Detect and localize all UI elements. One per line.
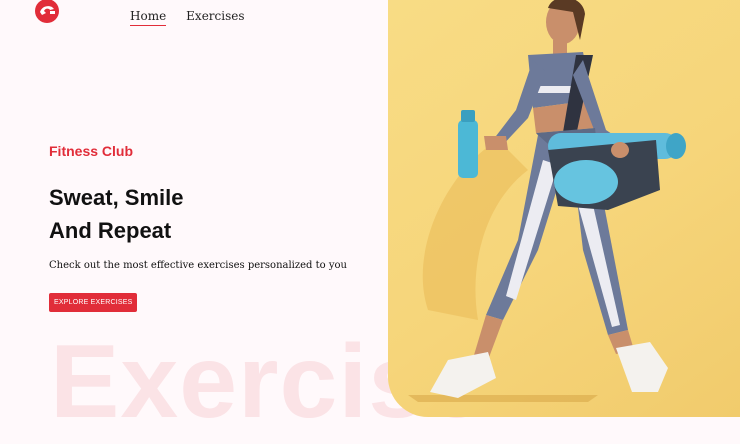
hero-section: Fitness Club Sweat, Smile And Repeat Che… <box>49 143 369 312</box>
hero-subtitle: Check out the most effective exercises p… <box>49 260 347 271</box>
hero-headline: Sweat, Smile And Repeat <box>49 181 369 247</box>
explore-exercises-button[interactable]: EXPLORE EXERCISES <box>49 293 138 312</box>
nav-exercises-link[interactable]: Exercises <box>186 9 244 26</box>
hero-headline-line2: And Repeat <box>49 218 172 243</box>
main-nav: Home Exercises <box>130 9 245 26</box>
hero-eyebrow: Fitness Club <box>49 143 134 159</box>
woman-walking-illustration <box>408 0 686 402</box>
logo-icon[interactable] <box>33 0 61 24</box>
nav-home-link[interactable]: Home <box>130 9 167 26</box>
hero-headline-line1: Sweat, Smile <box>49 185 184 210</box>
hero-banner-image <box>388 0 740 417</box>
